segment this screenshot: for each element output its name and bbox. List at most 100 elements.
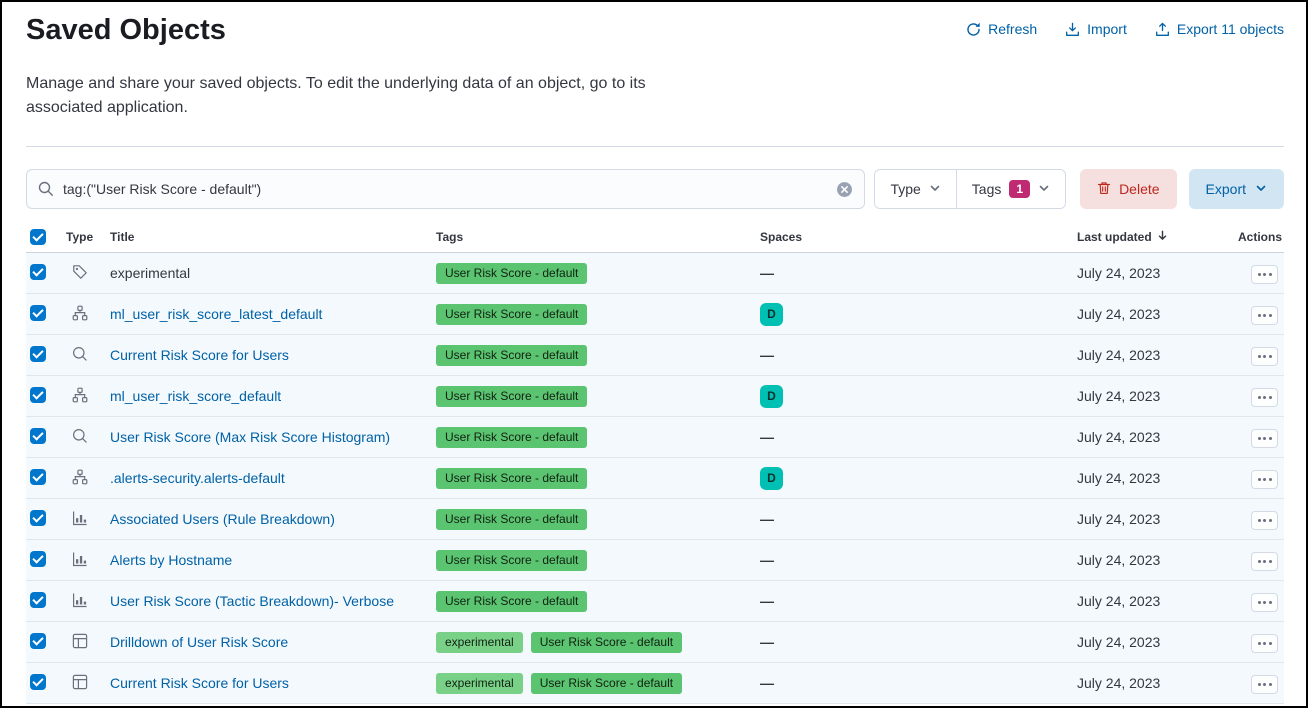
row-checkbox[interactable] (30, 551, 46, 567)
import-label: Import (1087, 21, 1127, 37)
row-actions-button[interactable] (1251, 388, 1278, 407)
row-checkbox[interactable] (30, 346, 46, 362)
visualization-icon (72, 551, 88, 570)
tag-badge[interactable]: User Risk Score - default (436, 550, 587, 571)
row-spaces: — (760, 265, 1077, 281)
row-last-updated: July 24, 2023 (1077, 511, 1227, 527)
row-title-link[interactable]: User Risk Score (Max Risk Score Histogra… (110, 429, 390, 445)
saved-objects-table: Type Title Tags Spaces Last updated Acti… (26, 221, 1284, 704)
tag-badge[interactable]: User Risk Score - default (531, 632, 682, 653)
export-button[interactable]: Export (1189, 169, 1284, 209)
ellipsis-icon (1258, 273, 1261, 276)
ellipsis-icon (1258, 437, 1261, 440)
tag-badge[interactable]: experimental (436, 632, 523, 653)
row-checkbox[interactable] (30, 633, 46, 649)
row-actions-button[interactable] (1251, 552, 1278, 571)
chevron-down-icon (1038, 181, 1050, 197)
row-checkbox[interactable] (30, 428, 46, 444)
row-title-link[interactable]: ml_user_risk_score_default (110, 388, 281, 404)
select-all-checkbox[interactable] (30, 229, 46, 245)
row-actions-button[interactable] (1251, 429, 1278, 448)
space-badge: D (760, 303, 783, 326)
row-title-link[interactable]: Current Risk Score for Users (110, 347, 289, 363)
tag-badge[interactable]: User Risk Score - default (436, 345, 587, 366)
page-header: Saved Objects Refresh Import Export 11 o… (26, 12, 1284, 48)
row-tags: User Risk Score - default (436, 304, 760, 325)
row-spaces: — (760, 593, 1077, 609)
row-title-link[interactable]: Current Risk Score for Users (110, 675, 289, 691)
ml-job-icon (72, 469, 88, 488)
row-tags: User Risk Score - default (436, 550, 760, 571)
visualization-icon (72, 592, 88, 611)
column-header-title[interactable]: Title (110, 230, 436, 244)
table-row: Current Risk Score for Users experimenta… (26, 663, 1284, 704)
row-title-link[interactable]: Associated Users (Rule Breakdown) (110, 511, 335, 527)
row-title-link[interactable]: Drilldown of User Risk Score (110, 634, 288, 650)
ellipsis-icon (1258, 355, 1261, 358)
row-actions-button[interactable] (1251, 306, 1278, 325)
row-checkbox[interactable] (30, 387, 46, 403)
row-title-link[interactable]: .alerts-security.alerts-default (110, 470, 285, 486)
refresh-button[interactable]: Refresh (966, 21, 1037, 37)
ellipsis-icon (1258, 683, 1261, 686)
tag-badge[interactable]: experimental (436, 673, 523, 694)
row-actions-button[interactable] (1251, 593, 1278, 612)
import-button[interactable]: Import (1065, 21, 1127, 37)
import-icon (1065, 22, 1080, 37)
delete-button[interactable]: Delete (1080, 169, 1176, 209)
row-checkbox[interactable] (30, 592, 46, 608)
table-row: Drilldown of User Risk Score experimenta… (26, 622, 1284, 663)
search-box (26, 169, 865, 209)
export-button-label: Export (1206, 181, 1246, 197)
type-filter-button[interactable]: Type (875, 170, 955, 208)
toolbar: Type Tags 1 Delete Export (26, 169, 1284, 209)
export-all-button[interactable]: Export 11 objects (1155, 21, 1284, 37)
column-header-type[interactable]: Type (66, 230, 110, 244)
tag-badge[interactable]: User Risk Score - default (436, 427, 587, 448)
row-spaces: — (760, 429, 1077, 445)
row-actions-button[interactable] (1251, 675, 1278, 694)
row-actions-button[interactable] (1251, 347, 1278, 366)
row-tags: User Risk Score - default (436, 345, 760, 366)
row-last-updated: July 24, 2023 (1077, 347, 1227, 363)
row-actions-button[interactable] (1251, 634, 1278, 653)
tag-badge[interactable]: User Risk Score - default (531, 673, 682, 694)
column-header-last-updated[interactable]: Last updated (1077, 229, 1227, 245)
row-title-link[interactable]: Alerts by Hostname (110, 552, 232, 568)
row-title-link[interactable]: User Risk Score (Tactic Breakdown)- Verb… (110, 593, 394, 609)
row-checkbox[interactable] (30, 305, 46, 321)
search-icon (38, 181, 54, 197)
empty-spaces-dash: — (760, 429, 774, 445)
tag-badge[interactable]: User Risk Score - default (436, 509, 587, 530)
row-checkbox[interactable] (30, 264, 46, 280)
row-actions-button[interactable] (1251, 511, 1278, 530)
tag-badge[interactable]: User Risk Score - default (436, 591, 587, 612)
tag-badge[interactable]: User Risk Score - default (436, 263, 587, 284)
search-input[interactable] (63, 181, 827, 197)
ml-job-icon (72, 305, 88, 324)
ml-job-icon (72, 387, 88, 406)
row-checkbox[interactable] (30, 674, 46, 690)
row-tags: User Risk Score - default (436, 509, 760, 530)
row-checkbox[interactable] (30, 469, 46, 485)
ellipsis-icon (1258, 314, 1261, 317)
header-actions: Refresh Import Export 11 objects (966, 12, 1284, 37)
row-actions-button[interactable] (1251, 265, 1278, 284)
empty-spaces-dash: — (760, 593, 774, 609)
row-last-updated: July 24, 2023 (1077, 429, 1227, 445)
row-checkbox[interactable] (30, 510, 46, 526)
column-header-tags[interactable]: Tags (436, 230, 760, 244)
row-title-link[interactable]: ml_user_risk_score_latest_default (110, 306, 322, 322)
tags-filter-button[interactable]: Tags 1 (956, 170, 1065, 208)
page-description: Manage and share your saved objects. To … (26, 72, 681, 120)
ellipsis-icon (1258, 642, 1261, 645)
row-last-updated: July 24, 2023 (1077, 552, 1227, 568)
clear-search-icon[interactable] (836, 181, 853, 198)
chevron-down-icon (1255, 181, 1267, 197)
column-header-spaces[interactable]: Spaces (760, 230, 1077, 244)
tag-badge[interactable]: User Risk Score - default (436, 468, 587, 489)
tag-badge[interactable]: User Risk Score - default (436, 304, 587, 325)
sort-descending-icon (1156, 229, 1169, 245)
row-actions-button[interactable] (1251, 470, 1278, 489)
tag-badge[interactable]: User Risk Score - default (436, 386, 587, 407)
